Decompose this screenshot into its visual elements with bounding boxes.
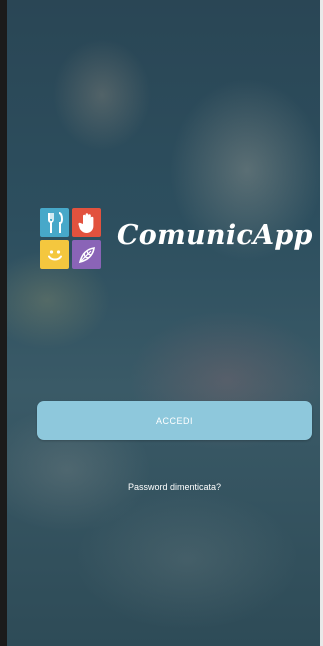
- leaf-icon: [72, 240, 101, 269]
- hand-icon: [72, 208, 101, 237]
- cutlery-icon: [40, 208, 69, 237]
- background-photo: ComunicApp ACCEDI Password dimenticata?: [7, 0, 320, 646]
- smiley-icon: [40, 240, 69, 269]
- device-bezel-left: [0, 0, 7, 646]
- login-button[interactable]: ACCEDI: [37, 401, 312, 440]
- forgot-password-link[interactable]: Password dimenticata?: [37, 482, 312, 492]
- logo-tiles: [40, 208, 102, 270]
- phone-screen: ComunicApp ACCEDI Password dimenticata?: [0, 0, 323, 646]
- brand-name: ComunicApp: [117, 220, 313, 251]
- app-logo: ComunicApp: [40, 208, 315, 270]
